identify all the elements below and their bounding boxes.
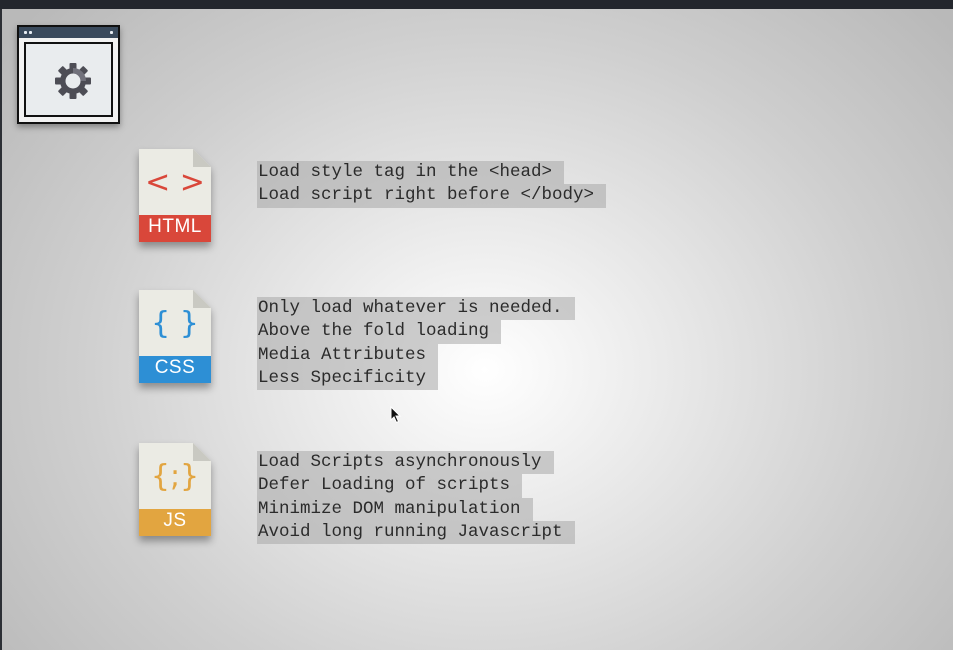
html-file-label: HTML (148, 216, 202, 237)
html-file-icon: < > HTML (139, 149, 211, 242)
settings-window-icon (17, 25, 120, 124)
list-item: Above the fold loading (257, 320, 575, 344)
list-item: Load style tag in the <head> (257, 161, 606, 185)
list-item: Defer Loading of scripts (257, 474, 575, 498)
css-tip-text: Less Specificity (257, 366, 439, 391)
left-edge (0, 9, 2, 650)
html-tip-text: Load script right before </body> (257, 184, 607, 208)
top-bar (0, 0, 953, 9)
js-tip-text: Defer Loading of scripts (257, 474, 523, 498)
html-glyph: < > (145, 165, 205, 200)
js-tips: Load Scripts asynchronously Defer Loadin… (257, 451, 575, 545)
list-item: Less Specificity (257, 366, 575, 391)
list-item: Media Attributes (257, 343, 575, 367)
js-file-label: JS (163, 510, 187, 531)
window-titlebar (19, 27, 118, 38)
mouse-pointer-icon (390, 406, 402, 424)
css-tip-text: Media Attributes (257, 343, 439, 367)
window-dot (110, 31, 113, 34)
js-glyph: {;} (150, 459, 200, 494)
list-item: Avoid long running Javascript (257, 520, 575, 545)
list-item: Only load whatever is needed. (257, 297, 575, 321)
window-dot (24, 31, 27, 34)
js-file-icon: {;} JS (139, 443, 211, 536)
css-glyph: { } (151, 306, 199, 341)
window-inner (24, 42, 113, 117)
html-tip-text: Load style tag in the <head> (257, 161, 565, 185)
list-item: Minimize DOM manipulation (257, 497, 575, 521)
css-tip-text: Above the fold loading (257, 320, 502, 344)
js-tip-text: Minimize DOM manipulation (257, 497, 533, 521)
js-tip-text: Load Scripts asynchronously (257, 451, 554, 475)
list-item: Load Scripts asynchronously (257, 451, 575, 475)
window-dot (29, 31, 32, 34)
list-item: Load script right before </body> (257, 184, 607, 208)
css-file-icon: { } CSS (139, 290, 211, 383)
html-tips: Load style tag in the <head> Load script… (257, 161, 607, 208)
css-file-label: CSS (154, 357, 196, 378)
css-tips: Only load whatever is needed. Above the … (257, 297, 575, 391)
gear-icon (55, 63, 91, 99)
css-tip-text: Only load whatever is needed. (257, 297, 575, 321)
js-tip-text: Avoid long running Javascript (257, 520, 575, 545)
